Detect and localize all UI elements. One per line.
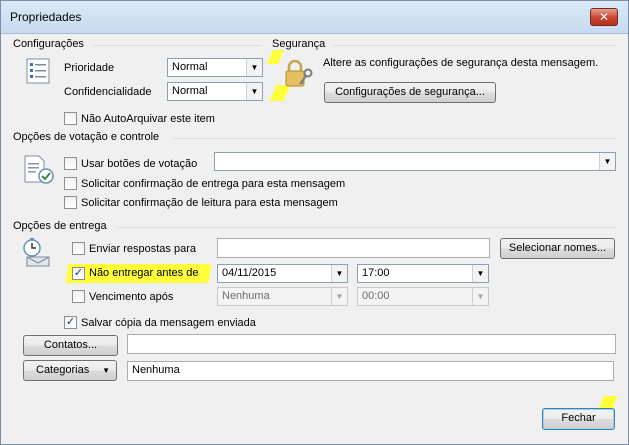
close-icon: ✕	[598, 10, 610, 24]
expires-date-picker: Nenhuma ▼	[217, 287, 348, 306]
sensitivity-value: Normal	[172, 85, 208, 97]
save-copy-label: Salvar cópia da mensagem enviada	[81, 317, 256, 329]
do-not-deliver-before-checkbox[interactable]: ✓	[72, 267, 85, 280]
read-receipt-label: Solicitar confirmação de leitura para es…	[81, 197, 338, 209]
delivery-clock-icon	[23, 238, 50, 267]
voting-section-title: Opções de votação e controle	[13, 131, 160, 143]
expires-time-select: 00:00 ▼	[357, 287, 489, 306]
contacts-input[interactable]	[127, 334, 616, 354]
use-voting-checkbox[interactable]	[64, 157, 77, 170]
priority-value: Normal	[172, 61, 208, 73]
delivery-divider	[117, 227, 617, 228]
read-receipt-checkbox[interactable]	[64, 196, 77, 209]
expires-label: Vencimento após	[89, 291, 174, 303]
expires-time-value: 00:00	[362, 290, 390, 302]
reply-to-label: Enviar respostas para	[89, 243, 196, 255]
security-divider	[333, 45, 617, 46]
use-voting-label: Usar botões de votação	[81, 158, 198, 170]
deliver-time-select[interactable]: 17:00 ▼	[357, 264, 489, 283]
priority-label: Prioridade	[64, 62, 115, 74]
chevron-down-icon: ▼	[472, 288, 488, 305]
categories-button-label: Categorias	[36, 364, 90, 376]
deliver-time-value: 17:00	[362, 267, 390, 279]
delivery-section-title: Opções de entrega	[13, 220, 107, 232]
expires-date-value: Nenhuma	[222, 290, 270, 302]
close-window-button[interactable]: ✕	[590, 8, 618, 26]
chevron-down-icon: ▼	[246, 59, 262, 76]
deliver-date-value: 04/11/2015	[222, 267, 277, 279]
settings-section-title: Configurações	[13, 38, 84, 50]
settings-divider	[93, 45, 261, 46]
security-description: Altere as configurações de segurança des…	[323, 57, 599, 69]
sensitivity-select[interactable]: Normal ▼	[167, 82, 263, 101]
window-title: Propriedades	[10, 10, 82, 24]
chevron-down-icon: ▼	[102, 366, 110, 375]
chevron-down-icon: ▼	[331, 288, 347, 305]
properties-list-icon	[26, 58, 50, 84]
title-bar[interactable]: Propriedades ✕	[1, 1, 628, 34]
no-autoarchive-label: Não AutoArquivar este item	[81, 113, 215, 125]
priority-select[interactable]: Normal ▼	[167, 58, 263, 77]
chevron-down-icon: ▼	[472, 265, 488, 282]
lock-key-icon	[285, 59, 313, 87]
categories-button[interactable]: Categorias ▼	[23, 360, 117, 381]
reply-to-input[interactable]	[217, 238, 490, 258]
sensitivity-label: Confidencialidade	[64, 86, 152, 98]
voting-document-icon	[24, 155, 54, 184]
expires-checkbox[interactable]	[72, 290, 85, 303]
chevron-down-icon: ▼	[331, 265, 347, 282]
categories-input[interactable]: Nenhuma	[127, 361, 614, 381]
no-autoarchive-checkbox[interactable]	[64, 112, 77, 125]
security-section-title: Segurança	[272, 38, 326, 50]
chevron-down-icon: ▼	[246, 83, 262, 100]
voting-buttons-select[interactable]: ▼	[214, 152, 616, 171]
chevron-down-icon: ▼	[599, 153, 615, 170]
save-copy-checkbox[interactable]: ✓	[64, 316, 77, 329]
close-button[interactable]: Fechar	[542, 408, 615, 430]
delivery-receipt-checkbox[interactable]	[64, 177, 77, 190]
voting-divider	[173, 138, 617, 139]
contacts-button[interactable]: Contatos...	[23, 335, 118, 356]
properties-dialog: Propriedades ✕ Configurações Prioridade …	[0, 0, 629, 445]
do-not-deliver-before-label: Não entregar antes de	[89, 267, 199, 279]
select-names-button[interactable]: Selecionar nomes...	[500, 238, 615, 259]
delivery-receipt-label: Solicitar confirmação de entrega para es…	[81, 178, 346, 190]
security-settings-button[interactable]: Configurações de segurança...	[324, 82, 496, 103]
reply-to-checkbox[interactable]	[72, 242, 85, 255]
deliver-date-picker[interactable]: 04/11/2015 ▼	[217, 264, 348, 283]
highlight-mark	[267, 50, 284, 64]
